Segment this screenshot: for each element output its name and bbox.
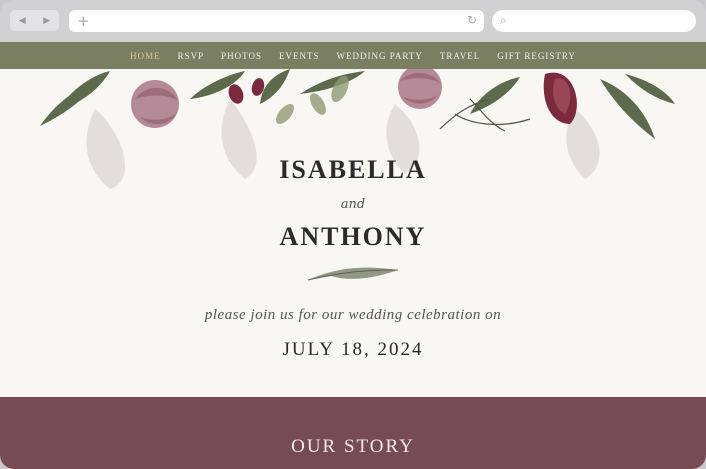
forward-arrow-icon[interactable]: ▶ (43, 16, 50, 26)
search-icon: ⌕ (500, 13, 507, 27)
top-navigation: HOME RSVP PHOTOS EVENTS WEDDING PARTY TR… (0, 42, 706, 69)
partner-two-name: ANTHONY (279, 222, 427, 251)
wedding-website: HOME RSVP PHOTOS EVENTS WEDDING PARTY TR… (0, 42, 706, 469)
nav-item-travel[interactable]: TRAVEL (440, 51, 480, 61)
back-arrow-icon[interactable]: ◀ (19, 16, 26, 26)
wedding-date: JULY 18, 2024 (282, 339, 424, 360)
browser-toolbar: ◀ ▶ + ↻ ⌕ (0, 0, 706, 42)
partner-one-name: ISABELLA (279, 155, 427, 184)
nav-item-rsvp[interactable]: RSVP (178, 51, 205, 61)
nav-item-photos[interactable]: PHOTOS (221, 51, 262, 61)
search-input[interactable]: ⌕ (492, 10, 696, 32)
address-bar[interactable]: + ↻ (69, 10, 484, 32)
browser-window: ◀ ▶ + ↻ ⌕ HOME RSVP PHOTOS EVENTS WEDDIN… (0, 0, 706, 469)
history-buttons: ◀ ▶ (10, 10, 59, 31)
nav-item-gift-registry[interactable]: GIFT REGISTRY (497, 51, 576, 61)
new-tab-icon[interactable]: + (77, 12, 90, 30)
nav-item-events[interactable]: EVENTS (279, 51, 320, 61)
leaf-ornament (307, 267, 399, 281)
nav-item-home[interactable]: HOME (130, 51, 161, 61)
nav-item-wedding-party[interactable]: WEDDING PARTY (337, 51, 423, 61)
our-story-heading: OUR STORY (291, 436, 415, 457)
reload-icon[interactable]: ↻ (467, 13, 477, 27)
and-script: and (340, 197, 366, 212)
our-story-section: OUR STORY (0, 397, 706, 469)
invitation-line: please join us for our wedding celebrati… (204, 307, 502, 323)
